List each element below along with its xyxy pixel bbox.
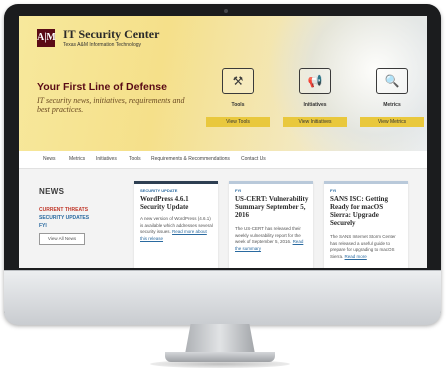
monitor-chin [4, 270, 441, 325]
card-text: The SANS Internet Storm Center has relea… [330, 234, 396, 259]
card-category: SECURITY UPDATE [140, 188, 178, 193]
nav-tools[interactable]: Tools [129, 156, 141, 162]
news-link-current-threats[interactable]: CURRENT THREATS [39, 207, 88, 213]
news-card[interactable]: SECURITY UPDATE WordPress 4.6.1 Security… [134, 181, 218, 268]
card-category: FYI [235, 188, 242, 193]
feature-label: Initiatives [303, 102, 327, 108]
card-read-more-link[interactable]: Read more [345, 254, 367, 259]
tamu-logo[interactable]: A|M [37, 29, 56, 47]
site-title[interactable]: IT Security Center [63, 27, 159, 42]
main-navigation: News Metrics Initiatives Tools Requireme… [19, 151, 427, 169]
magnifier-chart-icon: 🔍 [376, 68, 408, 94]
feature-tools: ⚒ Tools View Tools [206, 68, 270, 127]
news-link-fyi[interactable]: FYI [39, 223, 47, 229]
monitor-stand-base [165, 352, 275, 362]
camera-dot [224, 9, 228, 13]
nav-initiatives[interactable]: Initiatives [96, 156, 117, 162]
view-initiatives-button[interactable]: View Initiatives [283, 117, 347, 127]
card-title[interactable]: US-CERT: Vulnerability Summary September… [235, 195, 309, 219]
nav-requirements[interactable]: Requirements & Recommendations [151, 156, 230, 162]
view-metrics-button[interactable]: View Metrics [360, 117, 424, 127]
feature-label: Metrics [383, 102, 401, 108]
hero-tagline: Your First Line of Defense [37, 81, 167, 93]
nav-metrics[interactable]: Metrics [69, 156, 85, 162]
news-card[interactable]: FYI US-CERT: Vulnerability Summary Septe… [229, 181, 313, 268]
news-section: NEWS CURRENT THREATS SECURITY UPDATES FY… [19, 169, 427, 268]
card-text: The US-CERT has released their weekly vu… [235, 226, 304, 251]
megaphone-icon: 📢 [299, 68, 331, 94]
view-all-news-button[interactable]: View All News [39, 233, 85, 245]
news-heading: NEWS [39, 187, 65, 196]
news-card[interactable]: FYI SANS ISC: Getting Ready for macOS Si… [324, 181, 408, 268]
nav-news[interactable]: News [43, 156, 56, 162]
card-category: FYI [330, 188, 337, 193]
feature-initiatives: 📢 Initiatives View Initiatives [283, 68, 347, 127]
card-text: A new version of WordPress (4.6.1) is av… [140, 216, 213, 241]
feature-label: Tools [231, 102, 245, 108]
nav-contact-us[interactable]: Contact Us [241, 156, 266, 162]
feature-metrics: 🔍 Metrics View Metrics [360, 68, 424, 127]
site-subtitle: Texas A&M Information Technology [63, 42, 142, 48]
card-title[interactable]: SANS ISC: Getting Ready for macOS Sierra… [330, 195, 404, 227]
view-tools-button[interactable]: View Tools [206, 117, 270, 127]
news-link-security-updates[interactable]: SECURITY UPDATES [39, 215, 89, 221]
hero-banner: A|M IT Security Center Texas A&M Informa… [19, 16, 427, 151]
hammer-wrench-icon: ⚒ [222, 68, 254, 94]
website-screen: A|M IT Security Center Texas A&M Informa… [19, 16, 427, 268]
card-title[interactable]: WordPress 4.6.1 Security Update [140, 195, 214, 211]
monitor-stand-neck [185, 324, 255, 354]
hero-description: IT security news, initiatives, requireme… [37, 96, 185, 114]
